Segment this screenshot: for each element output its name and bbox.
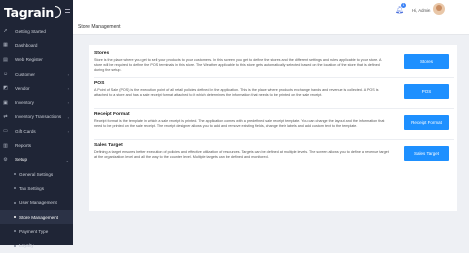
sidebar-subitem-label: General Settings [19, 171, 54, 177]
sidebar-item-setup[interactable]: ⚙ Setup ⌄ [0, 153, 73, 167]
pos-button[interactable]: POS [404, 84, 449, 99]
sidebar-item-label: Dashboard [15, 42, 38, 48]
sidebar-subitem-user-management[interactable]: User Management [0, 196, 73, 210]
vendor-icon: ◩ [3, 85, 8, 92]
sidebar-item-inventory[interactable]: ▣ Inventory › [0, 95, 73, 109]
sidebar-subitem-payment-type[interactable]: Payment Type [0, 224, 73, 238]
page-header: Store Management [73, 20, 469, 35]
dashboard-icon: ▦ [3, 42, 8, 49]
sidebar-item-vendor[interactable]: ◩ Vendor › [0, 81, 73, 95]
sidebar-nav: ➚ Getting Started ▦ Dashboard ▤ Web Regi… [0, 24, 73, 253]
sidebar-item-label: Setup [15, 157, 28, 163]
chevron-down-icon[interactable]: ⌄ [427, 8, 430, 12]
setup-icon: ⚙ [3, 156, 8, 163]
logo-text: Tagrain [4, 4, 54, 20]
chevron-right-icon: › [67, 100, 69, 106]
customer-icon: ☺ [2, 71, 9, 78]
logo-mark-icon [54, 6, 61, 18]
register-icon: ▤ [3, 56, 8, 63]
section-description: Receipt format is the template in which … [94, 119, 385, 128]
sales-target-button[interactable]: Sales Target [404, 146, 449, 161]
sidebar-item-label: Reports [15, 143, 32, 149]
sidebar-collapse-icon[interactable] [65, 9, 71, 13]
section-title: Receipt Format [94, 112, 130, 117]
bullet-icon [14, 187, 16, 190]
section-title: POS [94, 81, 105, 86]
sidebar-subitem-tax-settings[interactable]: Tax Settings [0, 181, 73, 195]
sidebar-subitem-general-settings[interactable]: General Settings [0, 167, 73, 181]
sidebar-subitem-label: Tax Settings [19, 185, 45, 191]
reports-icon: ▥ [3, 142, 8, 149]
section-title: Sales Target [94, 143, 123, 148]
sidebar-subitem-store-management[interactable]: Store Management [0, 209, 73, 225]
bullet-icon [14, 216, 16, 218]
section-description: A Point of Sale (POS) is the execution p… [94, 88, 379, 97]
app-logo[interactable]: Tagrain [4, 4, 61, 20]
sidebar-item-label: Getting Started [15, 28, 46, 34]
chevron-right-icon: › [67, 86, 69, 92]
section-title: Stores [94, 51, 110, 56]
bullet-icon [14, 230, 16, 233]
stores-button[interactable]: Stores [404, 54, 449, 69]
chevron-down-icon: ⌄ [65, 157, 69, 163]
sidebar-item-label: Gift Cards [15, 128, 36, 134]
notification-badge: 1 [401, 3, 406, 8]
receipt-format-button[interactable]: Receipt Format [404, 115, 449, 130]
top-bar: 🔔︎ 1 Hi, Admin ⌄ [73, 0, 469, 21]
chevron-right-icon: › [67, 114, 69, 120]
sidebar-subitem-label: Loyalty [19, 243, 34, 249]
sidebar-item-gift-cards[interactable]: ▭ Gift Cards › [0, 124, 73, 138]
sidebar-subitem-label: Payment Type [19, 228, 49, 234]
sidebar-subitem-label: User Management [19, 200, 57, 206]
divider [94, 108, 454, 109]
bullet-icon [14, 201, 16, 204]
sidebar-subitem-loyalty[interactable]: Loyalty [0, 238, 73, 252]
transactions-icon: ⇄ [3, 113, 8, 120]
chevron-right-icon: › [67, 71, 69, 77]
avatar[interactable] [433, 3, 445, 15]
sidebar-item-label: Customer [15, 71, 35, 77]
inventory-icon: ▣ [3, 99, 8, 106]
rocket-icon: ➚ [3, 28, 8, 35]
section-description: Defining a target ensures better executi… [94, 150, 389, 159]
sidebar-item-label: Inventory Transactions [15, 114, 62, 120]
divider [94, 77, 454, 78]
sidebar-item-web-register[interactable]: ▤ Web Register [0, 53, 73, 67]
gift-card-icon: ▭ [3, 128, 8, 135]
sidebar-item-inventory-transactions[interactable]: ⇄ Inventory Transactions › [0, 110, 73, 124]
bullet-icon [14, 173, 16, 176]
sidebar-item-reports[interactable]: ▥ Reports [0, 138, 73, 152]
store-management-card: Stores Store is the place where you get … [89, 45, 457, 211]
sidebar-item-label: Inventory [15, 100, 34, 106]
sidebar: Tagrain ➚ Getting Started ▦ Dashboard ▤ … [0, 0, 73, 248]
sidebar-item-dashboard[interactable]: ▦ Dashboard [0, 38, 73, 52]
sidebar-item-label: Vendor [15, 85, 30, 91]
sidebar-item-label: Web Register [15, 57, 43, 63]
sidebar-item-customer[interactable]: ☺ Customer › [0, 67, 73, 81]
divider [94, 139, 454, 140]
page-title: Store Management [78, 24, 121, 30]
sidebar-item-getting-started[interactable]: ➚ Getting Started [0, 24, 73, 38]
chevron-right-icon: › [67, 129, 69, 135]
sidebar-subitem-label: Store Management [19, 214, 59, 220]
section-description: Store is the place where you get to sell… [94, 58, 382, 72]
